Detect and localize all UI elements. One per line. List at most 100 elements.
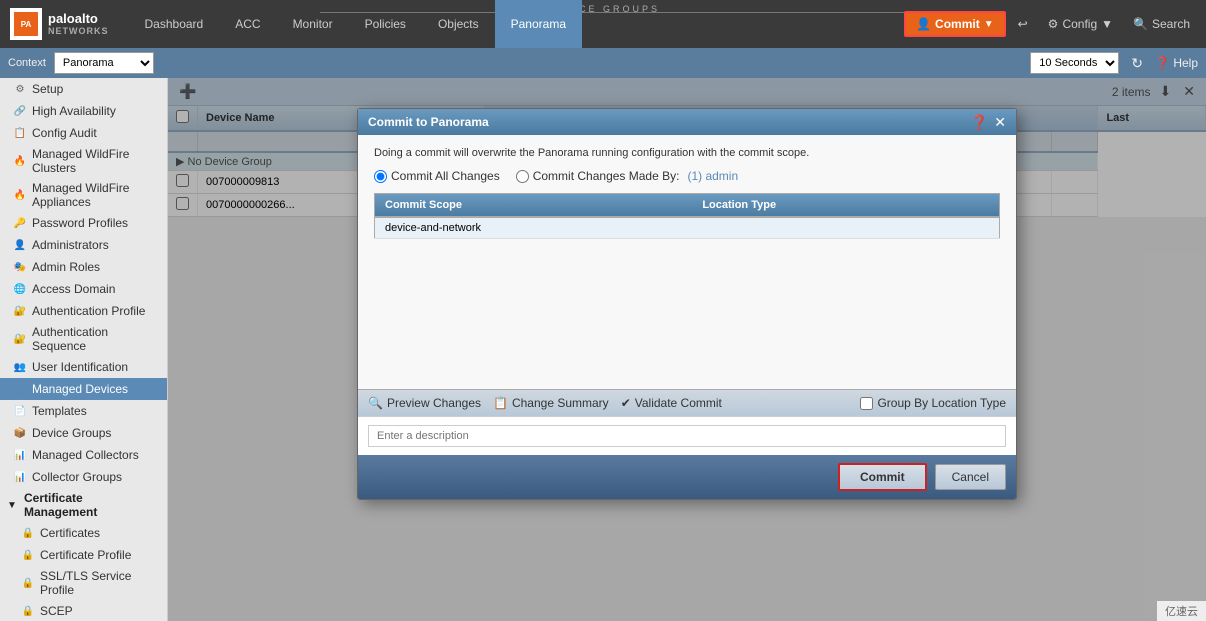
sidebar-item-collector-groups[interactable]: 📊 Collector Groups xyxy=(0,466,167,488)
brand-watermark: 亿速云 xyxy=(1157,601,1206,621)
logo-subtext: NETWORKS xyxy=(48,26,109,37)
sidebar-item-auth-profile[interactable]: 🔐 Authentication Profile xyxy=(0,300,167,322)
sidebar-item-admins[interactable]: 👤 Administrators xyxy=(0,234,167,256)
modal-close-button[interactable]: ✕ xyxy=(994,115,1006,129)
scep-icon: 🔒 xyxy=(20,603,36,619)
modal-desc-area xyxy=(358,416,1016,455)
commit-scope-table: Commit Scope Location Type xyxy=(374,193,1000,217)
scope-col-header: Commit Scope xyxy=(375,194,693,217)
commit-dropdown-arrow: ▼ xyxy=(984,19,994,30)
modal-radio-group: Commit All Changes Commit Changes Made B… xyxy=(374,169,1000,183)
search-icon: 🔍 xyxy=(1133,17,1148,31)
sidebar-item-password[interactable]: 🔑 Password Profiles xyxy=(0,212,167,234)
help-label: ❓ Help xyxy=(1155,56,1198,70)
logo-box: PA xyxy=(10,8,42,40)
auth-seq-icon: 🔐 xyxy=(12,331,28,347)
context-toolbar: Context Panorama 10 Seconds ↻ ❓ Help xyxy=(0,48,1206,78)
context-select[interactable]: Panorama xyxy=(54,52,154,74)
modal-commit-button[interactable]: Commit xyxy=(838,463,927,491)
refresh-button[interactable]: ↻ xyxy=(1127,55,1147,72)
commit-icon: 👤 xyxy=(916,17,931,31)
sidebar-item-certificates[interactable]: 🔒 Certificates xyxy=(0,522,167,544)
content-area: panorama ➕ 2 items ⬇ ✕ Device Name Statu… xyxy=(168,78,1206,621)
commit-by-value: (1) admin xyxy=(687,169,738,183)
nav-tab-policies[interactable]: Policies xyxy=(349,0,422,48)
modal-header-actions: ❓ ✕ xyxy=(971,115,1006,129)
location-col-header: Location Type xyxy=(692,194,999,217)
sidebar: ⚙ Setup 🔗 High Availability 📋 Config Aud… xyxy=(0,78,168,621)
sidebar-item-device-groups[interactable]: 📦 Device Groups xyxy=(0,422,167,444)
auth-icon: 🔐 xyxy=(12,303,28,319)
radio-by-label: Commit Changes Made By: xyxy=(533,169,680,183)
nav-tab-objects[interactable]: Objects xyxy=(422,0,495,48)
description-input[interactable] xyxy=(368,425,1006,447)
logo: PA paloalto NETWORKS xyxy=(10,8,109,40)
sidebar-item-ssl-tls[interactable]: 🔒 SSL/TLS Service Profile xyxy=(0,566,167,600)
password-icon: 🔑 xyxy=(12,215,28,231)
modal-overlay: Commit to Panorama ❓ ✕ Doing a commit wi… xyxy=(168,78,1206,621)
group-by-label: Group By Location Type xyxy=(877,396,1006,410)
validate-icon: ✔ xyxy=(621,396,631,410)
radio-all-changes[interactable]: Commit All Changes xyxy=(374,169,500,183)
modal-table-area: Commit Scope Location Type device-and-ne… xyxy=(374,193,1000,377)
collectors-icon: 📊 xyxy=(12,447,28,463)
wildfire-appliance-icon: 🔥 xyxy=(12,187,28,203)
modal-cancel-button[interactable]: Cancel xyxy=(935,464,1006,490)
nav-tab-dashboard[interactable]: Dashboard xyxy=(129,0,220,48)
validate-commit-button[interactable]: ✔ Validate Commit xyxy=(621,396,722,410)
radio-by-user[interactable]: Commit Changes Made By: (1) admin xyxy=(516,169,738,183)
sidebar-item-templates[interactable]: 📄 Templates xyxy=(0,400,167,422)
search-button[interactable]: 🔍 Search xyxy=(1125,13,1198,35)
cert-mgmt-icon: ▼ xyxy=(4,497,20,513)
group-by-location: Group By Location Type xyxy=(860,396,1006,410)
sidebar-item-scep[interactable]: 🔒 SCEP xyxy=(0,600,167,621)
logo-text: paloalto xyxy=(48,11,109,27)
sidebar-item-managed-collectors[interactable]: 📊 Managed Collectors xyxy=(0,444,167,466)
refresh-interval-select[interactable]: 10 Seconds xyxy=(1030,52,1119,74)
sidebar-item-cert-mgmt[interactable]: ▼ Certificate Management xyxy=(0,488,167,522)
radio-all-changes-input[interactable] xyxy=(374,170,387,183)
domain-icon: 🌐 xyxy=(12,281,28,297)
sidebar-item-wildfire-appliances[interactable]: 🔥 Managed WildFire Appliances xyxy=(0,178,167,212)
modal-header: Commit to Panorama ❓ ✕ xyxy=(358,109,1016,135)
nav-tab-panorama[interactable]: Panorama xyxy=(495,0,582,48)
revert-button[interactable]: ↩ xyxy=(1010,13,1036,35)
commit-button[interactable]: 👤 Commit ▼ xyxy=(904,11,1006,37)
ssl-icon: 🔒 xyxy=(20,575,36,591)
toolbar2-right: 10 Seconds ↻ ❓ Help xyxy=(1030,52,1198,74)
templates-icon: 📄 xyxy=(12,403,28,419)
sidebar-item-managed-devices[interactable]: 🖥 Managed Devices xyxy=(0,378,167,400)
sidebar-item-setup[interactable]: ⚙ Setup xyxy=(0,78,167,100)
cert-profile-icon: 🔒 xyxy=(20,547,36,563)
sidebar-item-cert-profile[interactable]: 🔒 Certificate Profile xyxy=(0,544,167,566)
sidebar-item-user-id[interactable]: 👥 User Identification xyxy=(0,356,167,378)
device-groups-line-right xyxy=(640,12,926,13)
user-id-icon: 👥 xyxy=(12,359,28,375)
sidebar-item-ha[interactable]: 🔗 High Availability xyxy=(0,100,167,122)
nav-tab-acc[interactable]: ACC xyxy=(219,0,276,48)
nav-tab-monitor[interactable]: Monitor xyxy=(277,0,349,48)
commit-scope-data-table: device-and-network xyxy=(374,217,1000,239)
config-icon: ⚙ xyxy=(1048,17,1059,31)
scope-value: device-and-network xyxy=(375,218,906,239)
preview-changes-button[interactable]: 🔍 Preview Changes xyxy=(368,396,481,410)
location-value xyxy=(906,218,1000,239)
sidebar-item-auth-sequence[interactable]: 🔐 Authentication Sequence xyxy=(0,322,167,356)
modal-body: Doing a commit will overwrite the Panora… xyxy=(358,135,1016,389)
modal-help-button[interactable]: ❓ xyxy=(971,115,988,129)
summary-icon: 📋 xyxy=(493,396,508,410)
group-by-location-checkbox[interactable] xyxy=(860,397,873,410)
logo-icon: PA xyxy=(14,12,38,36)
preview-icon: 🔍 xyxy=(368,396,383,410)
gear-icon: ⚙ xyxy=(12,81,28,97)
device-groups-icon: 📦 xyxy=(12,425,28,441)
sidebar-item-config-audit[interactable]: 📋 Config Audit xyxy=(0,122,167,144)
top-nav-bar: PA paloalto NETWORKS DEVICE GROUPS Dashb… xyxy=(0,0,1206,48)
main-area: ⚙ Setup 🔗 High Availability 📋 Config Aud… xyxy=(0,78,1206,621)
sidebar-item-wildfire-clusters[interactable]: 🔥 Managed WildFire Clusters xyxy=(0,144,167,178)
sidebar-item-access-domain[interactable]: 🌐 Access Domain xyxy=(0,278,167,300)
change-summary-button[interactable]: 📋 Change Summary xyxy=(493,396,609,410)
radio-by-input[interactable] xyxy=(516,170,529,183)
sidebar-item-admin-roles[interactable]: 🎭 Admin Roles xyxy=(0,256,167,278)
config-button[interactable]: ⚙ Config ▼ xyxy=(1040,13,1121,35)
